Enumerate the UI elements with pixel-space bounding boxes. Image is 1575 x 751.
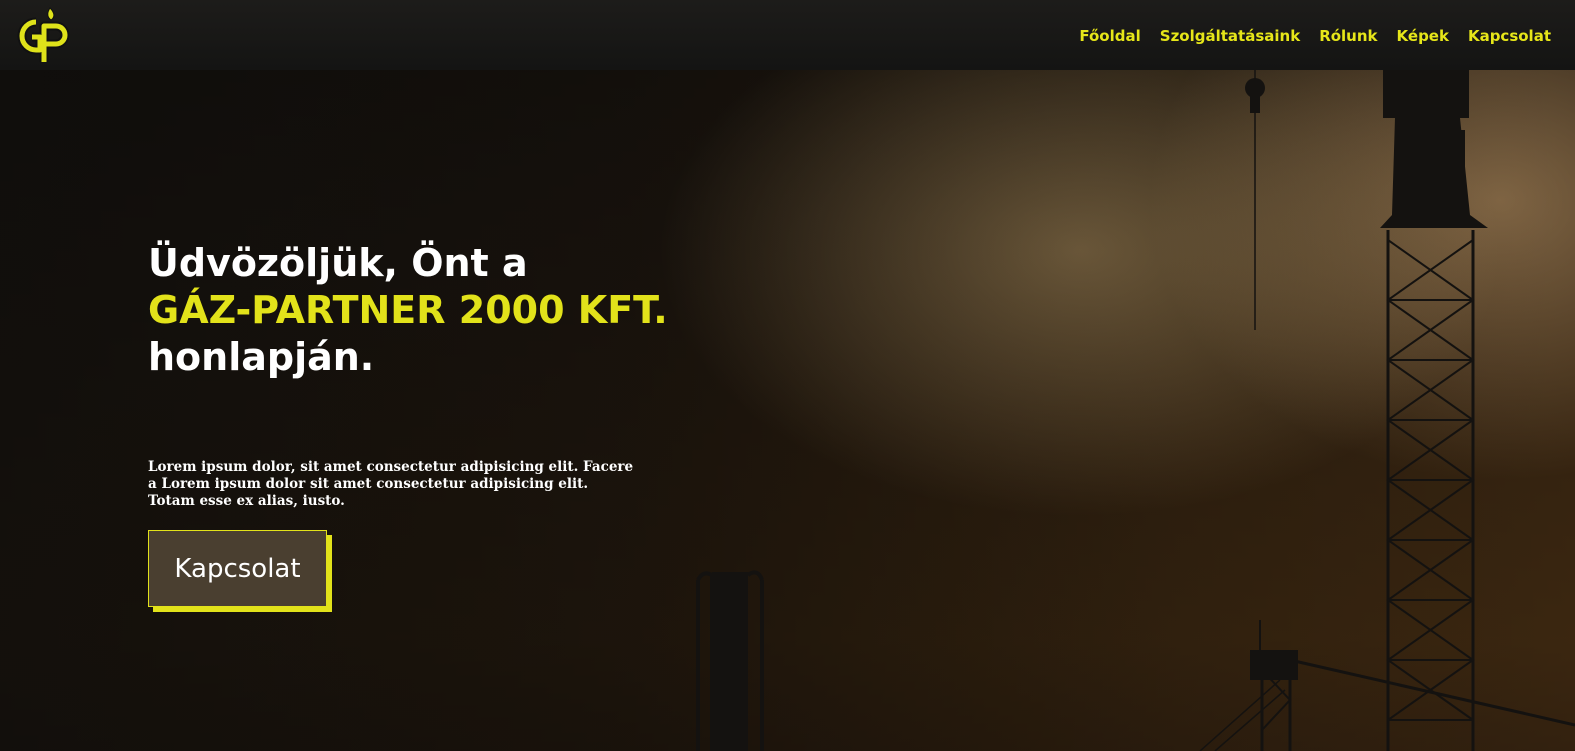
cta-wrapper: Kapcsolat (148, 530, 332, 612)
nav-item-fooldal[interactable]: Főoldal (1079, 27, 1140, 45)
gp-logo[interactable] (10, 4, 72, 66)
hero-paragraph: Lorem ipsum dolor, sit amet consectetur … (148, 459, 634, 509)
nav-item-kepek[interactable]: Képek (1397, 27, 1449, 45)
nav-item-rolunk[interactable]: Rólunk (1319, 27, 1377, 45)
nav-item-szolgaltatasaink[interactable]: Szolgáltatásaink (1160, 27, 1300, 45)
main-nav: Főoldal Szolgáltatásaink Rólunk Képek Ka… (1079, 26, 1551, 45)
contact-button[interactable]: Kapcsolat (148, 530, 327, 607)
nav-item-kapcsolat[interactable]: Kapcsolat (1468, 27, 1551, 45)
top-navbar: Főoldal Szolgáltatásaink Rólunk Képek Ka… (0, 0, 1575, 70)
hero-section: Üdvözöljük, Önt a GÁZ-PARTNER 2000 KFT. … (148, 240, 768, 612)
company-name: GÁZ-PARTNER 2000 KFT. (148, 288, 668, 332)
hero-title-line3: honlapján. (148, 335, 375, 379)
hero-title: Üdvözöljük, Önt a GÁZ-PARTNER 2000 KFT. … (148, 240, 768, 381)
hero-title-line1: Üdvözöljük, Önt a (148, 241, 528, 285)
